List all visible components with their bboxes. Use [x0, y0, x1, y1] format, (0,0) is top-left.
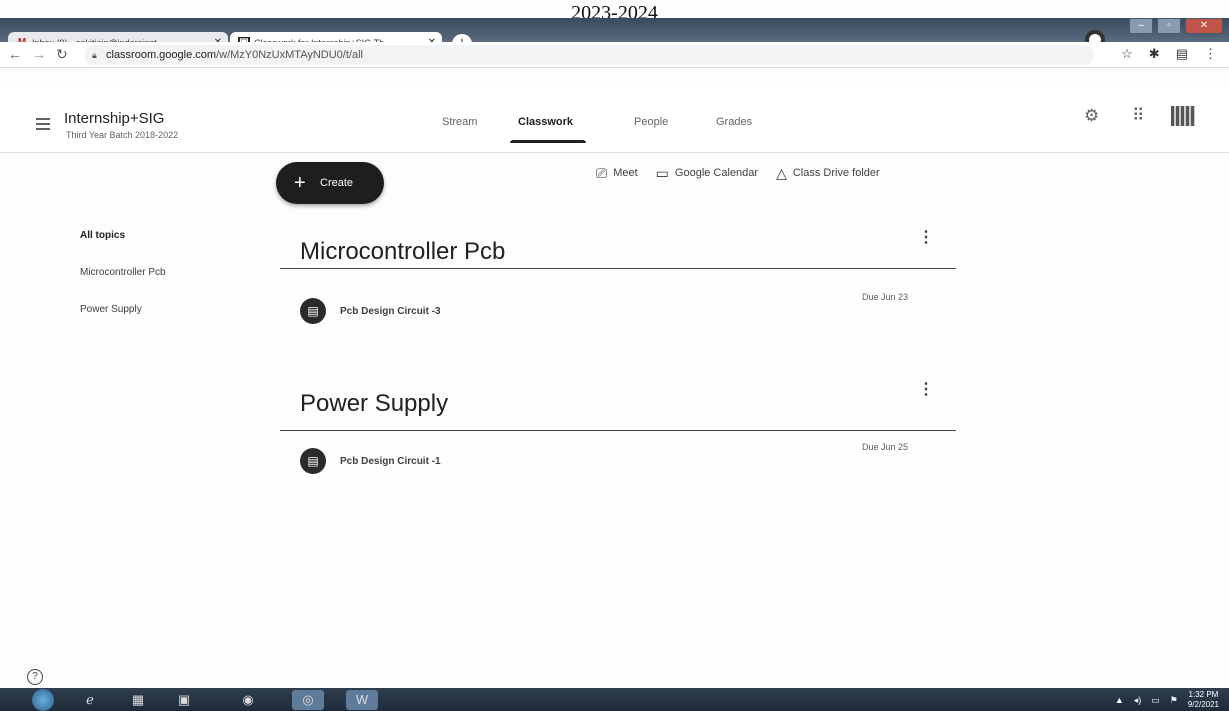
main-menu-icon[interactable] [36, 118, 50, 133]
url-host: classroom.google.com [106, 49, 217, 61]
meet-label: Meet [613, 167, 638, 179]
topic-nav-microcontroller[interactable]: Microcontroller Pcb [80, 267, 166, 278]
forward-icon[interactable]: → [32, 46, 46, 62]
drive-icon: △ [776, 164, 787, 181]
more-vert-icon[interactable]: ⋮ [918, 230, 934, 246]
topic-divider [280, 430, 956, 431]
create-label: Create [320, 177, 354, 189]
topic-title: Microcontroller Pcb [300, 238, 506, 265]
internet-explorer-icon[interactable]: ℯ [74, 690, 106, 710]
calendar-icon: ▭ [655, 164, 669, 181]
window-controls: – ▫ ✕ [1129, 18, 1223, 38]
url-path: /w/MzY0NzUxMTAyNDU0/t/all [216, 49, 363, 61]
class-subtitle: Third Year Batch 2018-2022 [66, 130, 179, 140]
active-tab-indicator [510, 140, 586, 143]
clock-time: 1:32 PM [1188, 690, 1219, 699]
more-icon[interactable]: ⋮ [1204, 46, 1217, 62]
assignment-title: Pcb Design Circuit -3 [340, 306, 441, 317]
topic-nav: All topics Microcontroller Pcb Power Sup… [80, 230, 166, 341]
back-icon[interactable]: ← [8, 46, 22, 62]
create-button[interactable]: + Create [276, 162, 384, 204]
drive-link[interactable]: △ Class Drive folder [776, 165, 880, 182]
media-player-icon[interactable]: ▣ [168, 690, 200, 710]
assignment-due-date: Due Jun 23 [861, 292, 908, 302]
star-icon[interactable]: ☆ [1121, 46, 1133, 62]
topic-title: Power Supply [300, 390, 449, 417]
assignment-item[interactable]: ▤ Pcb Design Circuit -1 Due Jun 25 [300, 442, 920, 476]
tab-grades[interactable]: Grades [716, 116, 752, 128]
assignment-icon: ▤ [300, 298, 326, 324]
start-button[interactable] [32, 689, 54, 711]
file-explorer-icon[interactable]: ▦ [122, 690, 154, 710]
assignment-item[interactable]: ▤ Pcb Design Circuit -3 Due Jun 23 [300, 292, 920, 326]
calendar-label: Google Calendar [674, 167, 759, 179]
tab-people[interactable]: People [634, 116, 668, 128]
calendar-link[interactable]: ▭ Google Calendar [656, 165, 758, 182]
account-logo[interactable] [1171, 106, 1195, 126]
url-input[interactable]: 🔒︎ classroom.google.com/w/MzY0NzUxMTAyND… [84, 45, 1094, 65]
assignment-title: Pcb Design Circuit -1 [340, 456, 441, 467]
topic-divider [280, 268, 956, 269]
chrome-icon[interactable]: ◎ [292, 690, 324, 710]
flag-icon[interactable]: ⚑ [1170, 695, 1178, 706]
extension-icons: ☆ ✱ ▤ ⋮ [1121, 46, 1217, 62]
more-vert-icon[interactable]: ⋮ [918, 382, 934, 398]
meet-link[interactable]: ⎚ Meet [596, 165, 638, 182]
system-tray: ▲ ◂) ▭ ⚑ 1:32 PM 9/2/2021 [1115, 690, 1219, 710]
clock-date: 9/2/2021 [1187, 700, 1219, 709]
video-camera-icon: ⎚ [596, 164, 608, 181]
topic-nav-all[interactable]: All topics [80, 230, 166, 241]
system-clock[interactable]: 1:32 PM 9/2/2021 [1188, 690, 1219, 710]
network-icon[interactable]: ▭ [1151, 695, 1160, 706]
windows-taskbar: ℯ ▦ ▣ ◉ ◎ W ▲ ◂) ▭ ⚑ 1:32 PM 9/2/2021 [0, 688, 1229, 711]
firefox-icon[interactable]: ◉ [232, 690, 264, 710]
extension-icon[interactable]: ▤ [1176, 46, 1188, 62]
apps-grid-icon[interactable]: ⠿ [1132, 106, 1144, 126]
tab-classwork-nav[interactable]: Classwork [518, 116, 573, 128]
volume-icon[interactable]: ◂) [1134, 695, 1142, 706]
maximize-icon[interactable]: ▫ [1157, 18, 1181, 34]
close-window-icon[interactable]: ✕ [1185, 18, 1223, 34]
settings-icon[interactable]: ⚙ [1084, 106, 1099, 126]
tray-expand-icon[interactable]: ▲ [1115, 695, 1124, 705]
extensions-icon[interactable]: ✱ [1149, 46, 1160, 62]
screenshot-page: 2023-2024 M Inbox (9) - ankitjain@indore… [0, 0, 1229, 711]
address-bar: ← → ↻ 🔒︎ classroom.google.com/w/MzY0NzUx… [0, 42, 1229, 68]
plus-icon: + [294, 172, 306, 194]
assignment-due-date: Due Jun 25 [861, 442, 908, 452]
help-icon[interactable]: ? [27, 669, 43, 685]
classroom-header: Internship+SIG Third Year Batch 2018-202… [0, 88, 1229, 152]
quick-links: ⎚ Meet ▭ Google Calendar △ Class Drive f… [596, 162, 880, 184]
assignment-icon: ▤ [300, 448, 326, 474]
lock-icon: 🔒︎ [92, 50, 97, 60]
drive-label: Class Drive folder [792, 167, 880, 179]
header-divider [0, 152, 1229, 153]
tab-stream[interactable]: Stream [442, 116, 477, 128]
topic-section: Power Supply ⋮ ▤ Pcb Design Circuit -1 D… [280, 382, 956, 484]
topic-nav-power-supply[interactable]: Power Supply [80, 304, 166, 315]
topic-section: Microcontroller Pcb ⋮ ▤ Pcb Design Circu… [280, 230, 956, 330]
class-name[interactable]: Internship+SIG [64, 110, 164, 127]
word-icon[interactable]: W [346, 690, 378, 710]
minimize-icon[interactable]: – [1129, 18, 1153, 34]
reload-icon[interactable]: ↻ [56, 46, 68, 63]
